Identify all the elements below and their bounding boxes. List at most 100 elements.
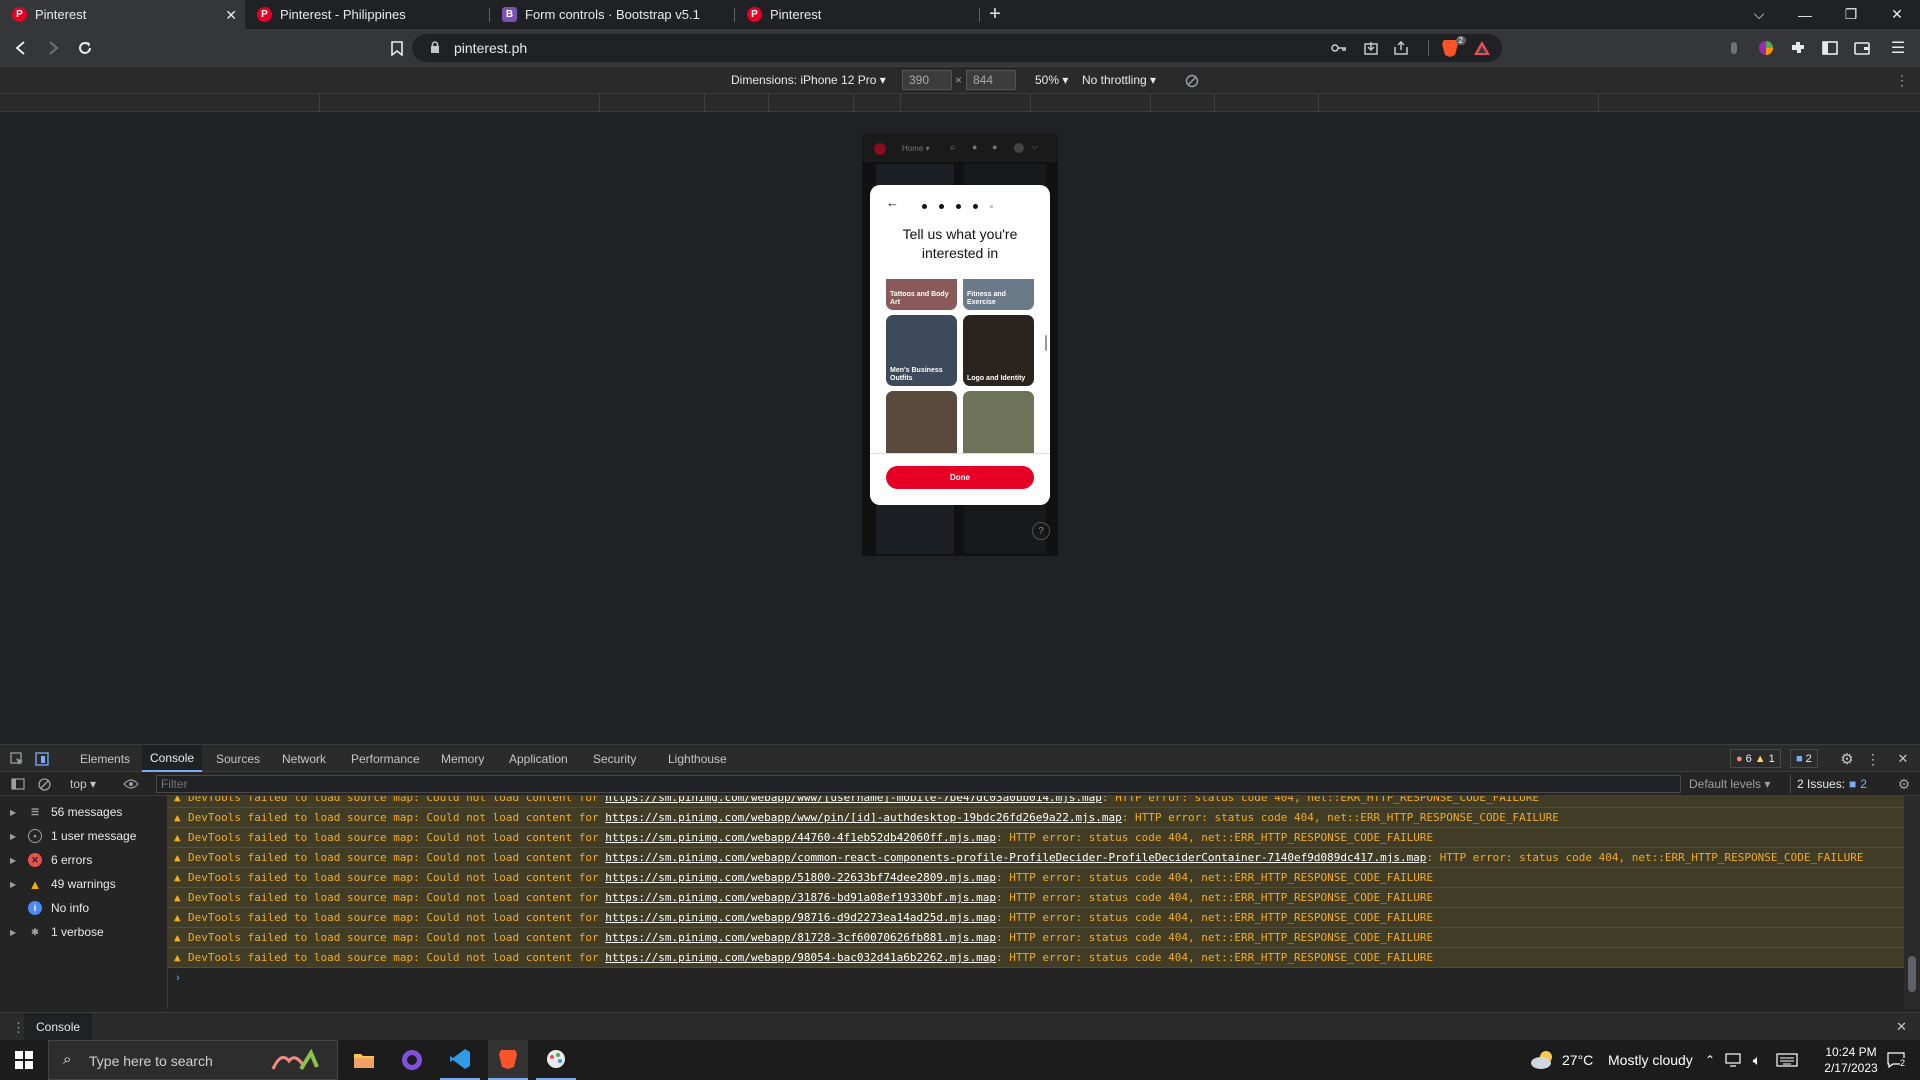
brave-shields-icon[interactable]: 2 bbox=[1440, 36, 1466, 58]
context-select[interactable]: top ▾ bbox=[70, 777, 96, 791]
pinterest-logo-icon[interactable] bbox=[874, 143, 886, 155]
filter-input[interactable] bbox=[156, 775, 1681, 793]
console-prompt[interactable]: › bbox=[176, 972, 180, 984]
media-query-segment[interactable] bbox=[1319, 94, 1599, 112]
device-select[interactable]: Dimensions: iPhone 12 Pro ▾ bbox=[731, 73, 886, 87]
console-warning-row[interactable]: ▲ DevTools failed to load source map: Cou… bbox=[168, 796, 1904, 808]
scrollbar-thumb[interactable] bbox=[1908, 956, 1916, 992]
device-toggle-icon[interactable] bbox=[33, 750, 51, 768]
network-icon[interactable] bbox=[1722, 1040, 1744, 1080]
source-map-link[interactable]: https://sm.pinimg.com/webapp/www/[userna… bbox=[605, 796, 1102, 804]
source-map-link[interactable]: https://sm.pinimg.com/webapp/common-reac… bbox=[605, 851, 1426, 864]
weather-icon[interactable] bbox=[1528, 1040, 1558, 1080]
paint-app-icon[interactable] bbox=[536, 1040, 576, 1080]
media-query-segment[interactable] bbox=[705, 94, 769, 112]
inspect-icon[interactable] bbox=[8, 750, 26, 768]
browser-tab[interactable]: P Pinterest bbox=[735, 0, 980, 29]
tab-elements[interactable]: Elements bbox=[72, 745, 138, 772]
source-map-link[interactable]: https://sm.pinimg.com/webapp/51800-22633… bbox=[605, 871, 996, 884]
media-query-segment[interactable] bbox=[1151, 94, 1215, 112]
media-query-segment[interactable] bbox=[854, 94, 901, 112]
height-input[interactable] bbox=[966, 70, 1016, 90]
bookmark-icon[interactable] bbox=[386, 37, 408, 59]
clear-console-icon[interactable] bbox=[36, 776, 52, 792]
console-scrollbar[interactable] bbox=[1904, 796, 1920, 1009]
notifications-icon[interactable]: 2 bbox=[1876, 1040, 1916, 1080]
install-icon[interactable] bbox=[1362, 39, 1380, 57]
restore-button[interactable]: ❐ bbox=[1828, 0, 1874, 29]
rotate-icon[interactable] bbox=[1184, 73, 1200, 89]
interest-card[interactable]: Logo and Identity bbox=[963, 315, 1034, 386]
media-query-segment[interactable] bbox=[769, 94, 854, 112]
sidebar-item-verbose[interactable]: ▶ ✱ 1 verbose bbox=[0, 920, 168, 944]
zoom-select[interactable]: 50% ▾ bbox=[1035, 73, 1068, 87]
tab-search-icon[interactable]: ⌵ bbox=[1736, 0, 1782, 29]
console-warning-row[interactable]: ▲ DevTools failed to load source map: Cou… bbox=[168, 948, 1904, 968]
taskbar-search[interactable]: ⌕ Type here to search bbox=[48, 1040, 338, 1080]
back-icon[interactable] bbox=[10, 37, 32, 59]
console-warning-row[interactable]: ▲ DevTools failed to load source map: Cou… bbox=[168, 928, 1904, 948]
tab-security[interactable]: Security bbox=[585, 745, 644, 772]
source-map-link[interactable]: https://sm.pinimg.com/webapp/31876-bd91a… bbox=[605, 891, 996, 904]
media-query-segment[interactable] bbox=[320, 94, 600, 112]
extensions-icon[interactable] bbox=[1788, 38, 1808, 58]
home-nav[interactable]: Home ▾ bbox=[902, 144, 930, 153]
error-warning-counter[interactable]: ● 6 ▲ 1 bbox=[1730, 749, 1781, 768]
keyboard-icon[interactable] bbox=[1772, 1040, 1802, 1080]
console-warning-row[interactable]: ▲ DevTools failed to load source map: Cou… bbox=[168, 868, 1904, 888]
settings-icon[interactable]: ⚙ bbox=[1838, 750, 1856, 768]
browser-tab[interactable]: P Pinterest - Philippines bbox=[245, 0, 490, 29]
minimize-button[interactable]: — bbox=[1782, 0, 1828, 29]
tab-network[interactable]: Network bbox=[274, 745, 334, 772]
source-map-link[interactable]: https://sm.pinimg.com/webapp/81728-3cf60… bbox=[605, 931, 996, 944]
file-explorer-icon[interactable] bbox=[344, 1040, 384, 1080]
extension-color-icon[interactable] bbox=[1756, 38, 1776, 58]
sidebar-item-errors[interactable]: ▶ ✕ 6 errors bbox=[0, 848, 168, 872]
tab-lighthouse[interactable]: Lighthouse bbox=[660, 745, 735, 772]
source-map-link[interactable]: https://sm.pinimg.com/webapp/www/pin/[id… bbox=[605, 811, 1122, 824]
tab-sources[interactable]: Sources bbox=[208, 745, 268, 772]
close-tab-icon[interactable]: ✕ bbox=[225, 7, 237, 24]
brave-rewards-icon[interactable] bbox=[1472, 39, 1492, 57]
profile-icon[interactable] bbox=[1728, 39, 1740, 57]
source-map-link[interactable]: https://sm.pinimg.com/webapp/98054-bac03… bbox=[605, 951, 996, 964]
interest-card[interactable] bbox=[963, 391, 1034, 453]
back-arrow-icon[interactable]: ← bbox=[886, 195, 899, 210]
media-query-segment[interactable] bbox=[901, 94, 1031, 112]
close-devtools-icon[interactable]: ✕ bbox=[1896, 750, 1910, 768]
tab-memory[interactable]: Memory bbox=[433, 745, 492, 772]
reload-icon[interactable] bbox=[74, 37, 96, 59]
browser-tab[interactable]: B Form controls · Bootstrap v5.1 bbox=[490, 0, 735, 29]
media-query-segment[interactable] bbox=[600, 94, 705, 112]
width-input[interactable] bbox=[902, 70, 952, 90]
console-warning-row[interactable]: ▲ DevTools failed to load source map: Cou… bbox=[168, 888, 1904, 908]
drawer-tab-console[interactable]: Console bbox=[24, 1013, 93, 1040]
console-warning-row[interactable]: ▲ DevTools failed to load source map: Cou… bbox=[168, 848, 1904, 868]
issues-button[interactable]: 2 Issues: ■ 2 bbox=[1790, 774, 1873, 794]
interest-card[interactable]: Fitness and Exercise bbox=[963, 279, 1034, 310]
scrollbar[interactable] bbox=[1045, 335, 1047, 351]
tab-application[interactable]: Application bbox=[501, 745, 576, 772]
interest-card[interactable]: Men's Business Outfits bbox=[886, 315, 957, 386]
close-window-button[interactable]: ✕ bbox=[1874, 0, 1920, 29]
chevron-up-icon[interactable]: ⌃ bbox=[1700, 1040, 1720, 1080]
sidebar-toggle-icon[interactable] bbox=[10, 776, 26, 792]
github-desktop-icon[interactable] bbox=[392, 1040, 432, 1080]
browser-tab[interactable]: P Pinterest ✕ bbox=[0, 0, 245, 29]
forward-icon[interactable] bbox=[42, 37, 64, 59]
tab-console[interactable]: Console bbox=[142, 745, 203, 772]
more-options-icon[interactable]: ⋮ bbox=[1866, 750, 1880, 768]
done-button[interactable]: Done bbox=[886, 466, 1034, 489]
address-bar[interactable]: pinterest.ph 2 bbox=[412, 34, 1502, 62]
throttling-select[interactable]: No throttling ▾ bbox=[1082, 73, 1156, 87]
source-map-link[interactable]: https://sm.pinimg.com/webapp/98716-d9d22… bbox=[605, 911, 996, 924]
chevron-down-icon[interactable]: ⌵ bbox=[1032, 142, 1038, 152]
sidebar-icon[interactable] bbox=[1820, 38, 1840, 58]
wallet-icon[interactable] bbox=[1852, 38, 1872, 58]
media-query-segment[interactable] bbox=[0, 94, 320, 112]
sidebar-item-messages[interactable]: ▶ ☰ 56 messages bbox=[0, 800, 168, 824]
menu-icon[interactable]: ☰ bbox=[1888, 38, 1908, 58]
brave-browser-icon[interactable] bbox=[488, 1040, 528, 1080]
console-warning-row[interactable]: ▲ DevTools failed to load source map: Cou… bbox=[168, 808, 1904, 828]
chat-icon[interactable]: ● bbox=[992, 142, 997, 152]
